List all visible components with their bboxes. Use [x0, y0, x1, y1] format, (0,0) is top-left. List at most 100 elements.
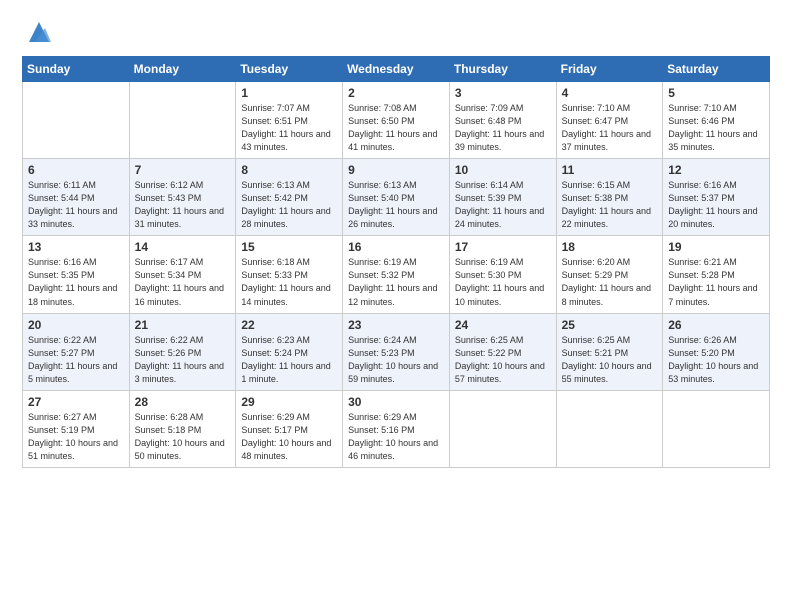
- calendar-cell: 30Sunrise: 6:29 AM Sunset: 5:16 PM Dayli…: [343, 390, 450, 467]
- day-info: Sunrise: 6:15 AM Sunset: 5:38 PM Dayligh…: [562, 179, 658, 231]
- calendar-cell: 10 Sunrise: 6:14 AM Sunset: 5:39 PM Dayli…: [449, 159, 556, 236]
- calendar-cell: 24Sunrise: 6:25 AM Sunset: 5:22 PM Dayli…: [449, 313, 556, 390]
- day-number: 13: [28, 240, 124, 254]
- calendar-cell: [129, 82, 236, 159]
- day-number: 27: [28, 395, 124, 409]
- day-info: Sunrise: 7:09 AM Sunset: 6:48 PM Dayligh…: [455, 102, 551, 154]
- page: SundayMondayTuesdayWednesdayThursdayFrid…: [0, 0, 792, 612]
- day-info: Sunrise: 6:13 AM Sunset: 5:42 PM Dayligh…: [241, 179, 337, 231]
- day-info: Sunrise: 6:25 AM Sunset: 5:22 PM Dayligh…: [455, 334, 551, 386]
- day-number: 16: [348, 240, 444, 254]
- calendar-cell: 12 Sunrise: 6:16 AM Sunset: 5:37 PM Dayli…: [663, 159, 770, 236]
- day-number: 28: [135, 395, 231, 409]
- day-number: 26: [668, 318, 764, 332]
- calendar-cell: 5 Sunrise: 7:10 AM Sunset: 6:46 PM Daylig…: [663, 82, 770, 159]
- day-number: 3: [455, 86, 551, 100]
- col-header-tuesday: Tuesday: [236, 57, 343, 82]
- day-info: Sunrise: 7:07 AM Sunset: 6:51 PM Dayligh…: [241, 102, 337, 154]
- calendar-week-row: 27 Sunrise: 6:27 AM Sunset: 5:19 PM Dayli…: [23, 390, 770, 467]
- calendar-cell: [663, 390, 770, 467]
- day-info: Sunrise: 6:16 AM Sunset: 5:37 PM Dayligh…: [668, 179, 764, 231]
- calendar-cell: 23Sunrise: 6:24 AM Sunset: 5:23 PM Dayli…: [343, 313, 450, 390]
- calendar-cell: 6Sunrise: 6:11 AM Sunset: 5:44 PM Daylig…: [23, 159, 130, 236]
- day-number: 5: [668, 86, 764, 100]
- day-number: 29: [241, 395, 337, 409]
- calendar-cell: 18 Sunrise: 6:20 AM Sunset: 5:29 PM Dayli…: [556, 236, 663, 313]
- day-info: Sunrise: 7:10 AM Sunset: 6:46 PM Dayligh…: [668, 102, 764, 154]
- day-info: Sunrise: 6:18 AM Sunset: 5:33 PM Dayligh…: [241, 256, 337, 308]
- day-info: Sunrise: 7:10 AM Sunset: 6:47 PM Dayligh…: [562, 102, 658, 154]
- day-number: 2: [348, 86, 444, 100]
- day-number: 17: [455, 240, 551, 254]
- calendar-cell: 8 Sunrise: 6:13 AM Sunset: 5:42 PM Daylig…: [236, 159, 343, 236]
- logo: [22, 18, 53, 46]
- calendar-cell: 4Sunrise: 7:10 AM Sunset: 6:47 PM Daylig…: [556, 82, 663, 159]
- calendar-cell: 20 Sunrise: 6:22 AM Sunset: 5:27 PM Dayli…: [23, 313, 130, 390]
- day-info: Sunrise: 6:22 AM Sunset: 5:26 PM Dayligh…: [135, 334, 231, 386]
- day-number: 19: [668, 240, 764, 254]
- day-number: 11: [562, 163, 658, 177]
- col-header-friday: Friday: [556, 57, 663, 82]
- day-number: 1: [241, 86, 337, 100]
- calendar-cell: 26 Sunrise: 6:26 AM Sunset: 5:20 PM Dayli…: [663, 313, 770, 390]
- calendar-cell: 3 Sunrise: 7:09 AM Sunset: 6:48 PM Daylig…: [449, 82, 556, 159]
- day-info: Sunrise: 6:28 AM Sunset: 5:18 PM Dayligh…: [135, 411, 231, 463]
- calendar-week-row: 20 Sunrise: 6:22 AM Sunset: 5:27 PM Dayli…: [23, 313, 770, 390]
- calendar-cell: 11 Sunrise: 6:15 AM Sunset: 5:38 PM Dayli…: [556, 159, 663, 236]
- day-info: Sunrise: 6:13 AM Sunset: 5:40 PM Dayligh…: [348, 179, 444, 231]
- calendar-week-row: 6Sunrise: 6:11 AM Sunset: 5:44 PM Daylig…: [23, 159, 770, 236]
- day-number: 7: [135, 163, 231, 177]
- calendar-cell: 27 Sunrise: 6:27 AM Sunset: 5:19 PM Dayli…: [23, 390, 130, 467]
- calendar-cell: 17 Sunrise: 6:19 AM Sunset: 5:30 PM Dayli…: [449, 236, 556, 313]
- calendar-table: SundayMondayTuesdayWednesdayThursdayFrid…: [22, 56, 770, 468]
- col-header-saturday: Saturday: [663, 57, 770, 82]
- day-info: Sunrise: 6:19 AM Sunset: 5:32 PM Dayligh…: [348, 256, 444, 308]
- calendar-cell: 29 Sunrise: 6:29 AM Sunset: 5:17 PM Dayli…: [236, 390, 343, 467]
- calendar-cell: [23, 82, 130, 159]
- calendar-cell: 28 Sunrise: 6:28 AM Sunset: 5:18 PM Dayli…: [129, 390, 236, 467]
- day-number: 15: [241, 240, 337, 254]
- day-info: Sunrise: 6:17 AM Sunset: 5:34 PM Dayligh…: [135, 256, 231, 308]
- day-info: Sunrise: 6:11 AM Sunset: 5:44 PM Dayligh…: [28, 179, 124, 231]
- day-info: Sunrise: 6:19 AM Sunset: 5:30 PM Dayligh…: [455, 256, 551, 308]
- calendar-cell: [449, 390, 556, 467]
- day-info: Sunrise: 6:12 AM Sunset: 5:43 PM Dayligh…: [135, 179, 231, 231]
- day-number: 20: [28, 318, 124, 332]
- header: [22, 18, 770, 46]
- day-number: 10: [455, 163, 551, 177]
- calendar-cell: 9Sunrise: 6:13 AM Sunset: 5:40 PM Daylig…: [343, 159, 450, 236]
- day-info: Sunrise: 6:20 AM Sunset: 5:29 PM Dayligh…: [562, 256, 658, 308]
- day-info: Sunrise: 6:24 AM Sunset: 5:23 PM Dayligh…: [348, 334, 444, 386]
- col-header-thursday: Thursday: [449, 57, 556, 82]
- day-info: Sunrise: 6:21 AM Sunset: 5:28 PM Dayligh…: [668, 256, 764, 308]
- day-number: 22: [241, 318, 337, 332]
- calendar-week-row: 1 Sunrise: 7:07 AM Sunset: 6:51 PM Daylig…: [23, 82, 770, 159]
- calendar-cell: 13Sunrise: 6:16 AM Sunset: 5:35 PM Dayli…: [23, 236, 130, 313]
- day-number: 30: [348, 395, 444, 409]
- calendar-cell: 21 Sunrise: 6:22 AM Sunset: 5:26 PM Dayli…: [129, 313, 236, 390]
- day-number: 21: [135, 318, 231, 332]
- calendar-week-row: 13Sunrise: 6:16 AM Sunset: 5:35 PM Dayli…: [23, 236, 770, 313]
- day-info: Sunrise: 6:23 AM Sunset: 5:24 PM Dayligh…: [241, 334, 337, 386]
- day-number: 18: [562, 240, 658, 254]
- calendar-cell: 14Sunrise: 6:17 AM Sunset: 5:34 PM Dayli…: [129, 236, 236, 313]
- day-info: Sunrise: 6:29 AM Sunset: 5:17 PM Dayligh…: [241, 411, 337, 463]
- day-info: Sunrise: 6:26 AM Sunset: 5:20 PM Dayligh…: [668, 334, 764, 386]
- calendar-header-row: SundayMondayTuesdayWednesdayThursdayFrid…: [23, 57, 770, 82]
- calendar-cell: 2Sunrise: 7:08 AM Sunset: 6:50 PM Daylig…: [343, 82, 450, 159]
- day-info: Sunrise: 6:25 AM Sunset: 5:21 PM Dayligh…: [562, 334, 658, 386]
- col-header-wednesday: Wednesday: [343, 57, 450, 82]
- calendar-cell: [556, 390, 663, 467]
- day-info: Sunrise: 6:14 AM Sunset: 5:39 PM Dayligh…: [455, 179, 551, 231]
- day-info: Sunrise: 6:27 AM Sunset: 5:19 PM Dayligh…: [28, 411, 124, 463]
- calendar-cell: 22 Sunrise: 6:23 AM Sunset: 5:24 PM Dayli…: [236, 313, 343, 390]
- day-number: 12: [668, 163, 764, 177]
- col-header-monday: Monday: [129, 57, 236, 82]
- calendar-cell: 19 Sunrise: 6:21 AM Sunset: 5:28 PM Dayli…: [663, 236, 770, 313]
- col-header-sunday: Sunday: [23, 57, 130, 82]
- day-number: 25: [562, 318, 658, 332]
- calendar-cell: 1 Sunrise: 7:07 AM Sunset: 6:51 PM Daylig…: [236, 82, 343, 159]
- logo-icon: [25, 18, 53, 46]
- day-info: Sunrise: 6:22 AM Sunset: 5:27 PM Dayligh…: [28, 334, 124, 386]
- day-number: 8: [241, 163, 337, 177]
